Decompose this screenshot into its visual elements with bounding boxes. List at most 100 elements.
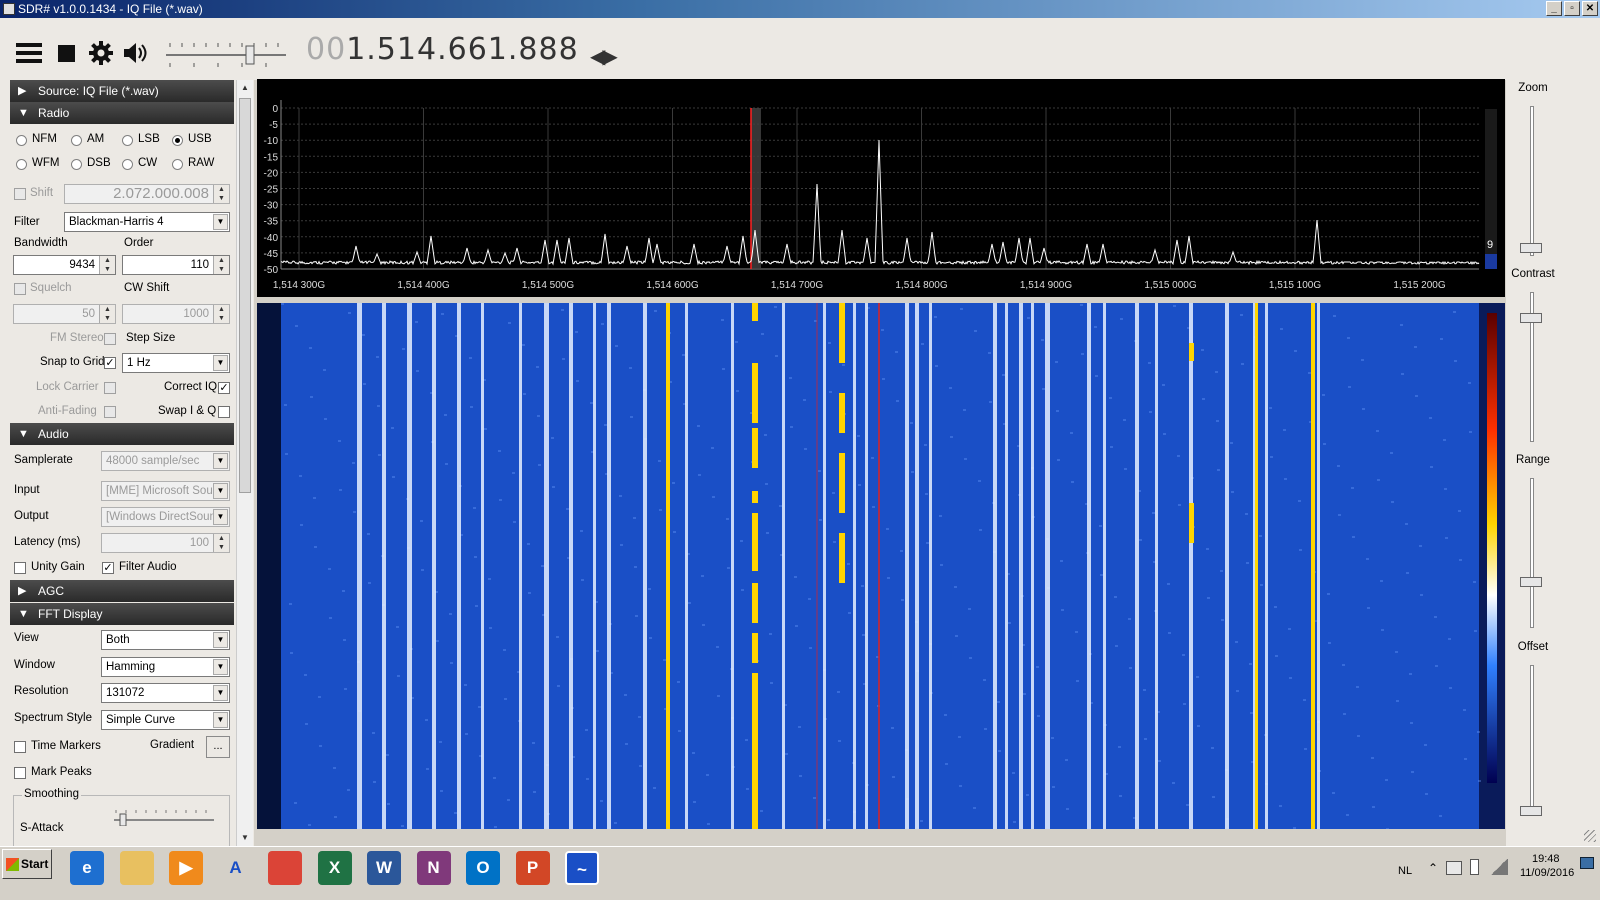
language-indicator[interactable]: NL — [1398, 865, 1412, 877]
onenote-icon[interactable]: N — [416, 851, 451, 885]
order-input[interactable]: 110 ▲ ▼ — [122, 255, 230, 275]
offset-slider-track[interactable] — [1530, 665, 1534, 815]
waterfall-signal-line — [731, 303, 734, 829]
mode-wfm-radio[interactable] — [16, 159, 27, 170]
filter-select[interactable]: Blackman-Harris 4 ▼ — [64, 212, 230, 232]
shift-spinner[interactable]: ▲ ▼ — [213, 185, 229, 203]
order-spinner[interactable]: ▲ ▼ — [213, 256, 229, 274]
maximize-button[interactable]: ▫ — [1564, 1, 1580, 16]
samplerate-select[interactable]: 48000 sample/sec ▼ — [101, 451, 230, 471]
gradient-button[interactable]: ... — [206, 736, 230, 758]
powerpoint-icon[interactable]: P — [515, 851, 550, 885]
menu-icon[interactable] — [16, 40, 42, 66]
window-select[interactable]: Hamming ▼ — [101, 657, 230, 677]
volume-slider[interactable] — [164, 38, 288, 72]
resolution-select[interactable]: 131072 ▼ — [101, 683, 230, 703]
scroll-down-icon[interactable]: ▼ — [237, 830, 253, 846]
excel-icon[interactable]: X — [317, 851, 352, 885]
range-slider-track[interactable] — [1530, 478, 1534, 628]
latency-input[interactable]: 100 ▲ ▼ — [101, 533, 230, 553]
speaker-icon[interactable] — [122, 40, 148, 66]
noise-speck — [600, 800, 603, 802]
noise-speck — [829, 391, 832, 393]
filteraudio-checkbox[interactable]: ✓ — [102, 562, 114, 574]
markpeaks-checkbox[interactable] — [14, 767, 26, 779]
waterfall-plot[interactable] — [257, 303, 1505, 829]
resize-grip-icon[interactable] — [1584, 830, 1596, 842]
show-desktop-icon[interactable] — [1580, 857, 1594, 869]
sattack-slider[interactable] — [112, 806, 216, 827]
mode-raw-radio[interactable] — [172, 159, 183, 170]
zoom-slider-track[interactable] — [1530, 106, 1534, 256]
mode-cw-radio[interactable] — [122, 159, 133, 170]
tuning-arrows-icon[interactable]: ◀▶ — [590, 44, 618, 69]
mode-dsb-radio[interactable] — [71, 159, 82, 170]
noise-speck — [804, 448, 807, 450]
stop-icon[interactable] — [55, 40, 81, 66]
spectrum-panel[interactable]: 0 -5 -10 -15 -20 -25 -30 -35 -40 -45 -50 1,514 300G… — [257, 79, 1505, 297]
outlook-icon[interactable]: O — [466, 851, 500, 885]
range-slider-thumb[interactable] — [1520, 577, 1542, 587]
spectrum-plot[interactable]: 0 -5 -10 -15 -20 -25 -30 -35 -40 -45 -50 1,514 300G… — [257, 79, 1505, 297]
scroll-up-icon[interactable]: ▲ — [237, 80, 253, 96]
unitygain-checkbox[interactable] — [14, 562, 26, 574]
chrome-icon[interactable] — [268, 851, 302, 885]
cwshift-input[interactable]: 1000 ▲ ▼ — [122, 304, 230, 324]
source-header[interactable]: ▶ Source: IQ File (*.wav) — [10, 80, 234, 102]
sdrsharp-icon[interactable]: ~ — [565, 851, 599, 885]
clock-time[interactable]: 19:48 — [1532, 853, 1560, 865]
tray-expand-icon[interactable]: ⌃ — [1428, 861, 1438, 875]
clock-date[interactable]: 11/09/2016 — [1520, 867, 1574, 879]
stepsize-select[interactable]: 1 Hz ▼ — [122, 353, 230, 373]
gear-icon[interactable] — [88, 40, 114, 66]
battery-icon[interactable] — [1470, 859, 1479, 875]
shift-checkbox[interactable] — [14, 188, 26, 200]
audio-header[interactable]: ▼ Audio — [10, 423, 234, 445]
word-icon[interactable]: W — [367, 851, 401, 885]
sidebar-scrollbar[interactable]: ▲ ▼ — [236, 80, 253, 846]
agc-header[interactable]: ▶ AGC — [10, 580, 234, 602]
latency-spinner[interactable]: ▲ ▼ — [213, 534, 229, 552]
signal-icon[interactable] — [1490, 859, 1508, 875]
shift-input[interactable]: 2.072.000.008 ▲ ▼ — [64, 184, 230, 204]
file-explorer-icon[interactable] — [119, 851, 154, 885]
input-select[interactable]: [MME] Microsoft Soun ▼ — [101, 481, 230, 501]
lockcarrier-checkbox[interactable] — [104, 382, 116, 394]
mode-am-radio[interactable] — [71, 135, 82, 146]
zoom-slider-thumb[interactable] — [1520, 243, 1542, 253]
start-button[interactable]: Start — [2, 849, 52, 879]
internet-explorer-icon[interactable]: e — [70, 851, 104, 885]
scrollbar-thumb[interactable] — [239, 98, 251, 493]
squelch-input[interactable]: 50 ▲ ▼ — [13, 304, 116, 324]
close-button[interactable]: ✕ — [1582, 1, 1598, 16]
view-select[interactable]: Both ▼ — [101, 630, 230, 650]
waterfall-panel[interactable] — [257, 303, 1505, 829]
media-player-icon[interactable]: ▶ — [169, 851, 203, 885]
mode-usb-radio[interactable] — [172, 135, 183, 146]
network-icon[interactable] — [1446, 861, 1462, 875]
output-select[interactable]: [Windows DirectSound ▼ — [101, 507, 230, 527]
frequency-display[interactable]: 001.514.661.888 — [306, 32, 579, 67]
contrast-slider-thumb[interactable] — [1520, 313, 1542, 323]
bandwidth-input[interactable]: 9434 ▲ ▼ — [13, 255, 116, 275]
noise-speck — [1279, 805, 1282, 807]
radio-header[interactable]: ▼ Radio — [10, 102, 234, 124]
correctiq-checkbox[interactable]: ✓ — [218, 382, 230, 394]
fft-header[interactable]: ▼ FFT Display — [10, 603, 234, 625]
swapiq-checkbox[interactable] — [218, 406, 230, 418]
mode-lsb-radio[interactable] — [122, 135, 133, 146]
fmstereo-checkbox[interactable] — [104, 333, 116, 345]
snap-checkbox[interactable]: ✓ — [104, 357, 116, 369]
a-app-icon[interactable]: A — [219, 851, 253, 885]
squelch-spinner[interactable]: ▲ ▼ — [99, 305, 115, 323]
timemarkers-checkbox[interactable] — [14, 741, 26, 753]
offset-slider-thumb[interactable] — [1520, 806, 1542, 816]
cwshift-spinner[interactable]: ▲ ▼ — [213, 305, 229, 323]
mode-nfm-radio[interactable] — [16, 135, 27, 146]
spectrum-x-tick: 1,514 900G — [1020, 280, 1072, 291]
spectrumstyle-select[interactable]: Simple Curve ▼ — [101, 710, 230, 730]
antifading-checkbox[interactable] — [104, 406, 116, 418]
squelch-checkbox[interactable] — [14, 283, 26, 295]
minimize-button[interactable]: _ — [1546, 1, 1562, 16]
bandwidth-spinner[interactable]: ▲ ▼ — [99, 256, 115, 274]
